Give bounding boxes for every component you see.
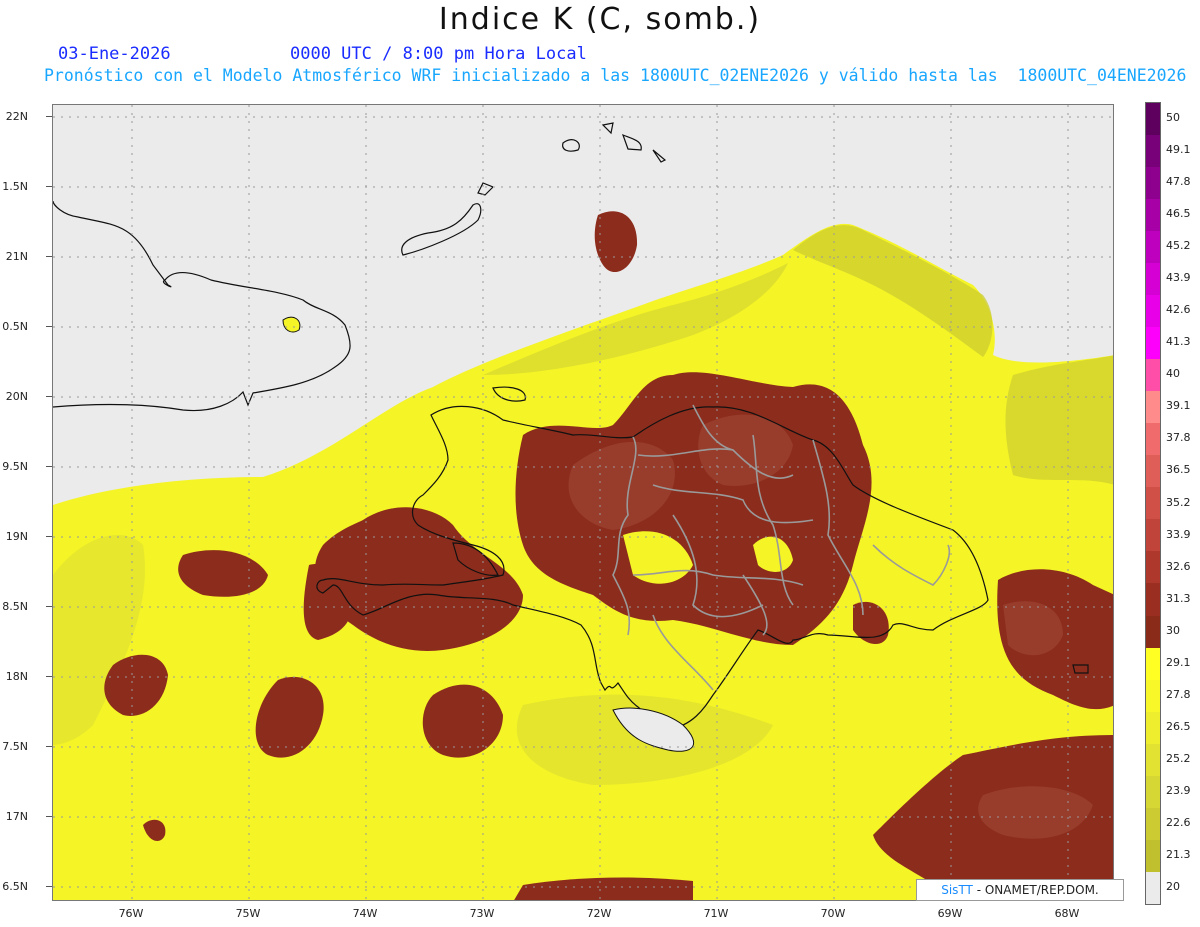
forecast-description: Pronóstico con el Modelo Atmosférico WRF…	[44, 66, 1187, 85]
lat-label: 17N	[5, 810, 28, 823]
colorbar-swatch	[1146, 423, 1160, 456]
lon-label: 69W	[937, 907, 963, 920]
lat-label: 1.5N	[2, 180, 28, 193]
lon-label: 71W	[703, 907, 729, 920]
lon-label: 73W	[469, 907, 495, 920]
credit-box: SisTT - ONAMET/REP.DOM.	[916, 879, 1124, 901]
colorbar-label: 27.8	[1166, 687, 1191, 701]
colorbar-swatch	[1146, 583, 1160, 616]
colorbar-swatch	[1146, 295, 1160, 328]
colorbar-swatch	[1146, 135, 1160, 168]
lat-tick	[46, 536, 52, 537]
map-panel	[52, 104, 1114, 901]
lat-tick	[46, 816, 52, 817]
lat-tick	[46, 606, 52, 607]
colorbar-label: 39.1	[1166, 399, 1191, 413]
colorbar-label: 47.8	[1166, 175, 1191, 189]
colorbar-swatch	[1146, 551, 1160, 584]
lat-label: 21N	[5, 250, 28, 263]
colorbar-label: 35.2	[1166, 495, 1191, 509]
colorbar-swatch	[1146, 487, 1160, 520]
colorbar-swatch	[1146, 167, 1160, 200]
colorbar-swatch	[1146, 775, 1160, 808]
colorbar-swatch	[1146, 807, 1160, 840]
lon-label: 68W	[1054, 907, 1080, 920]
lat-tick	[46, 396, 52, 397]
lat-tick	[46, 746, 52, 747]
lat-label: 6.5N	[2, 880, 28, 893]
lat-label: 0.5N	[2, 320, 28, 333]
colorbar-swatch	[1146, 871, 1160, 904]
colorbar-label: 26.5	[1166, 719, 1191, 733]
k-field-olive-east	[1005, 355, 1113, 485]
colorbar-label: 25.2	[1166, 751, 1191, 765]
lon-label: 74W	[352, 907, 378, 920]
colorbar-swatch	[1146, 647, 1160, 680]
colorbar-label: 22.6	[1166, 815, 1191, 829]
colorbar-label: 50	[1166, 111, 1180, 125]
lat-label: 9.5N	[2, 460, 28, 473]
colorbar-swatch	[1146, 103, 1160, 136]
lon-label: 72W	[586, 907, 612, 920]
colorbar-label: 32.6	[1166, 559, 1191, 573]
lon-label: 75W	[235, 907, 261, 920]
colorbar-label: 37.8	[1166, 431, 1191, 445]
colorbar-swatch	[1146, 519, 1160, 552]
colorbar-label: 36.5	[1166, 463, 1191, 477]
lat-label: 22N	[5, 110, 28, 123]
colorbar-label: 33.9	[1166, 527, 1191, 541]
lon-label: 70W	[820, 907, 846, 920]
lat-tick	[46, 886, 52, 887]
colorbar-label: 23.9	[1166, 783, 1191, 797]
valid-time: 0000 UTC / 8:00 pm Hora Local	[290, 44, 587, 64]
colorbar-swatch	[1146, 199, 1160, 232]
colorbar-swatch	[1146, 327, 1160, 360]
colorbar-swatch	[1146, 839, 1160, 872]
colorbar-label: 46.5	[1166, 207, 1191, 221]
valid-date: 03-Ene-2026	[58, 44, 171, 64]
lat-tick	[46, 186, 52, 187]
colorbar-label: 49.1	[1166, 143, 1191, 157]
island-outline-2	[282, 316, 301, 333]
lat-label: 20N	[5, 390, 28, 403]
colorbar-swatch	[1146, 359, 1160, 392]
colorbar-label: 29.1	[1166, 655, 1191, 669]
colorbar-label: 41.3	[1166, 335, 1191, 349]
colorbar-label: 21.3	[1166, 847, 1191, 861]
colorbar-label: 42.6	[1166, 303, 1191, 317]
colorbar-swatch	[1146, 263, 1160, 296]
page-title: Indice K (C, somb.)	[438, 2, 762, 37]
credit-text: - ONAMET/REP.DOM.	[972, 883, 1099, 897]
colorbar	[1145, 102, 1161, 905]
colorbar-label: 20	[1166, 879, 1180, 893]
colorbar-swatch	[1146, 231, 1160, 264]
lon-label: 76W	[118, 907, 144, 920]
colorbar-swatch	[1146, 711, 1160, 744]
credit-brand: SisTT	[941, 883, 973, 897]
colorbar-label: 43.9	[1166, 271, 1191, 285]
k-index-map	[53, 105, 1113, 900]
colorbar-swatch	[1146, 391, 1160, 424]
colorbar-swatch	[1146, 679, 1160, 712]
lat-label: 8.5N	[2, 600, 28, 613]
colorbar-swatch	[1146, 615, 1160, 648]
colorbar-label: 40	[1166, 367, 1180, 381]
colorbar-swatch	[1146, 743, 1160, 776]
colorbar-label: 45.2	[1166, 239, 1191, 253]
lat-tick	[46, 466, 52, 467]
lat-tick	[46, 116, 52, 117]
lat-label: 19N	[5, 530, 28, 543]
lat-tick	[46, 676, 52, 677]
lat-tick	[46, 326, 52, 327]
lat-tick	[46, 256, 52, 257]
colorbar-label: 31.3	[1166, 591, 1191, 605]
lat-label: 18N	[5, 670, 28, 683]
colorbar-swatch	[1146, 455, 1160, 488]
lat-label: 7.5N	[2, 740, 28, 753]
colorbar-label: 30	[1166, 623, 1180, 637]
